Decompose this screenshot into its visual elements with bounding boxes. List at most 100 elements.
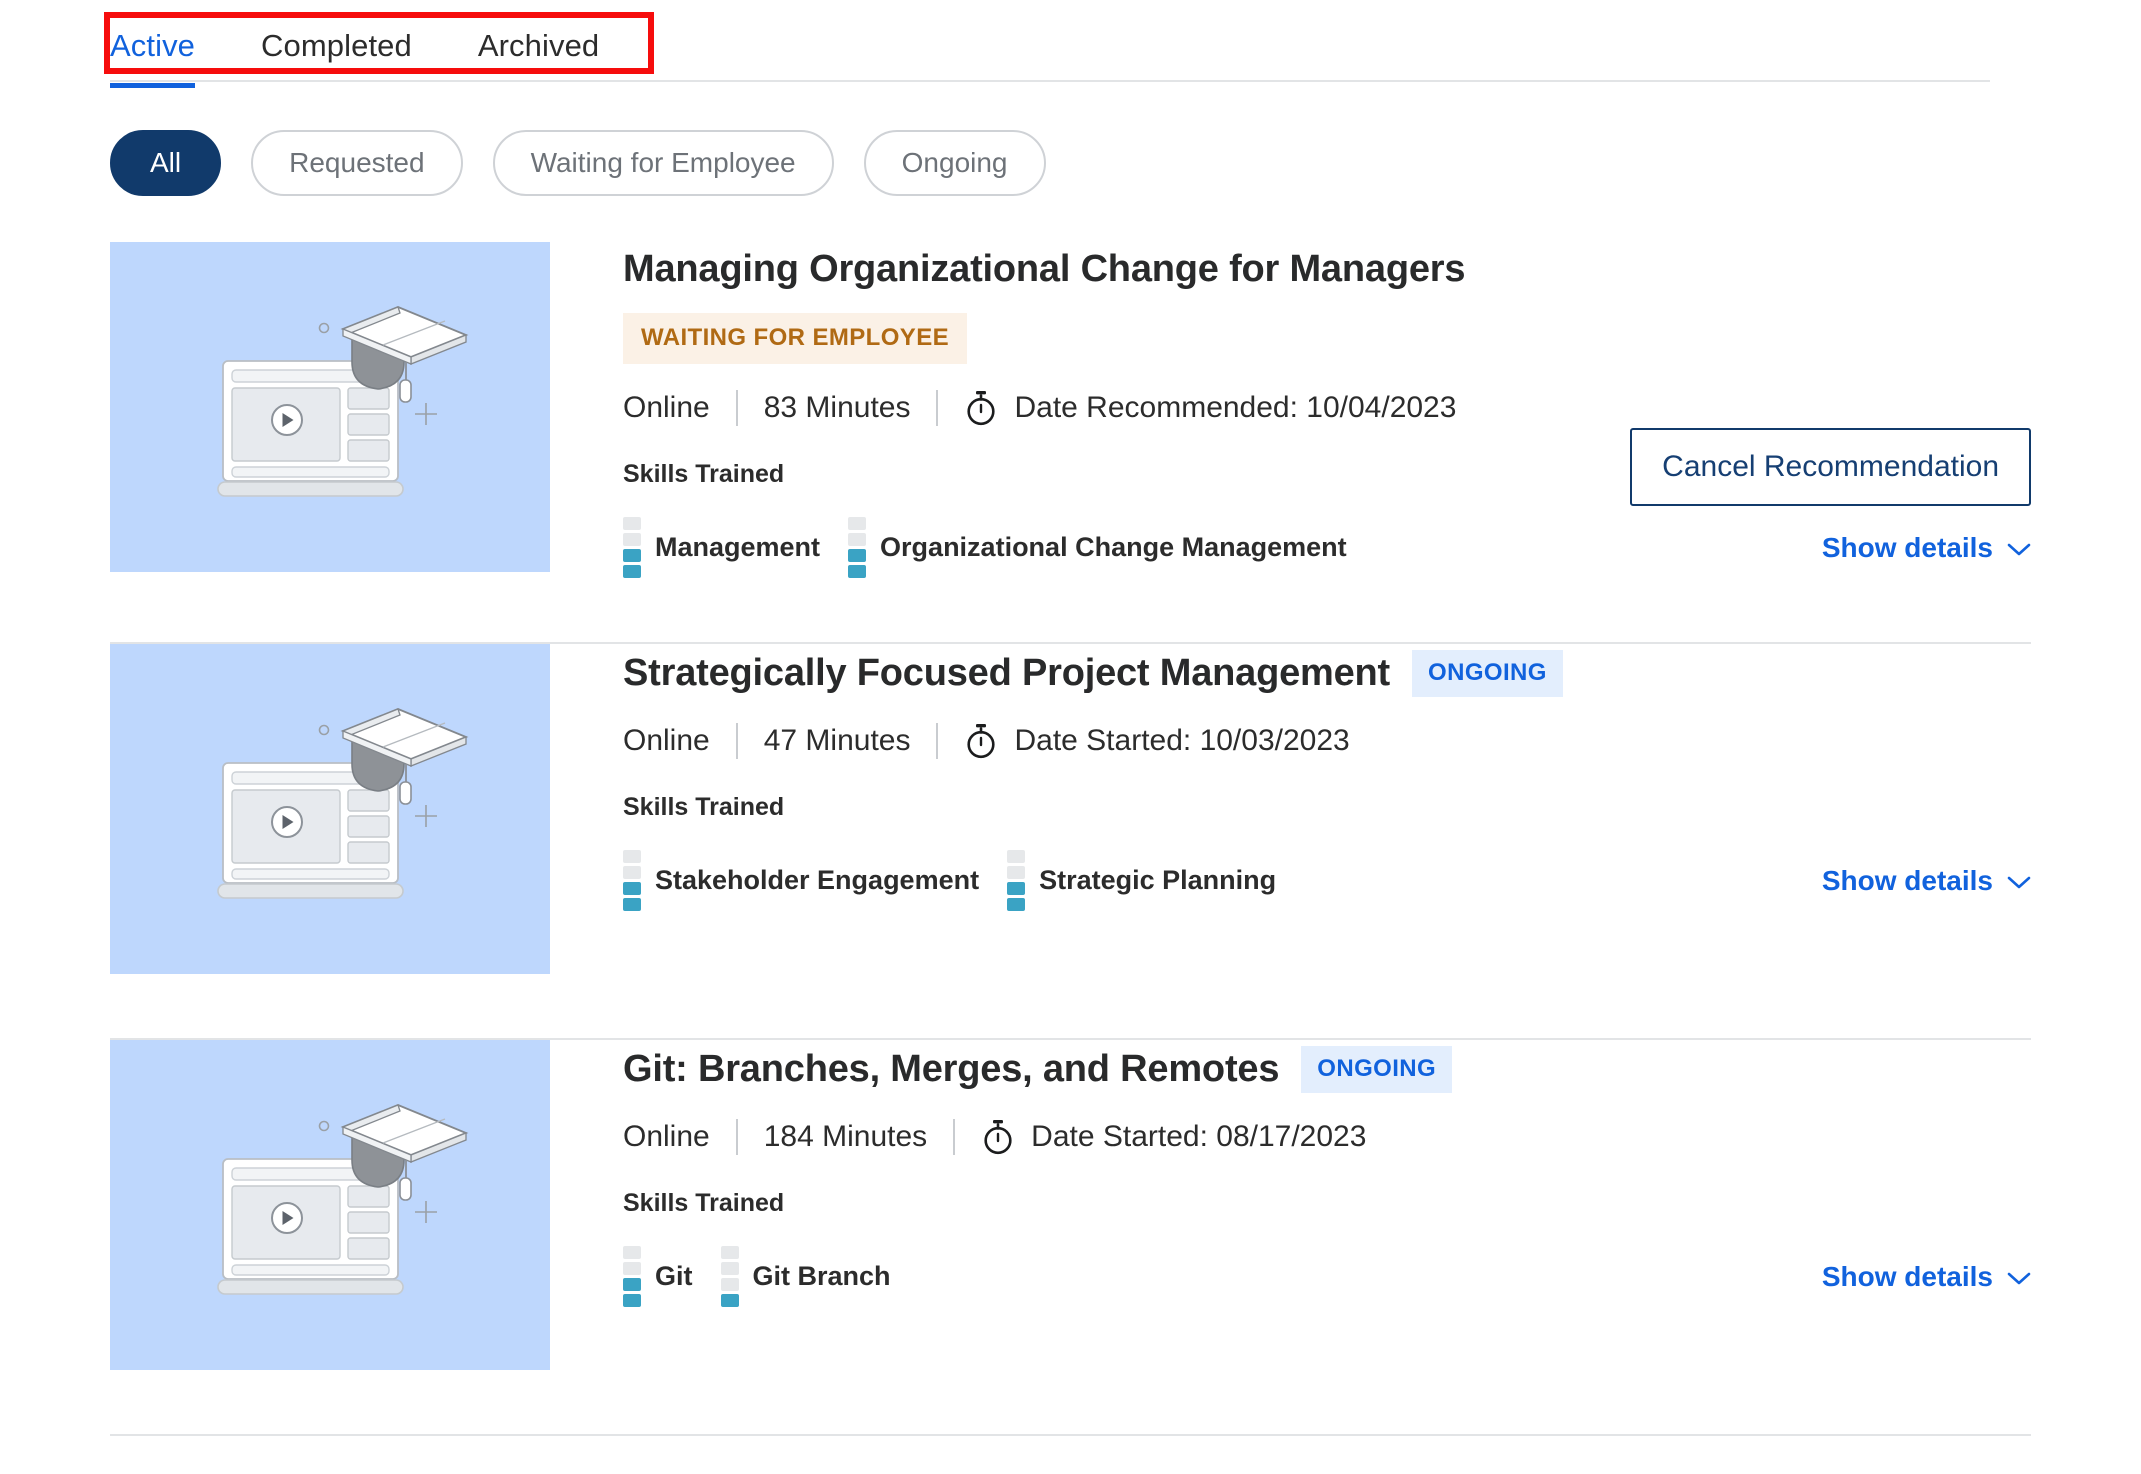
courses-page: Active Completed Archived All Requested Wait… [0, 0, 2141, 1474]
course-title[interactable]: Strategically Focused Project Management [623, 652, 1390, 695]
tab-active[interactable]: Active [110, 0, 196, 88]
skill-name: Management [655, 532, 821, 562]
status-badge-row: WAITING FOR EMPLOYEE [623, 291, 2141, 364]
meta-divider [953, 1119, 956, 1155]
skill-level-segment [848, 517, 867, 530]
course-duration: 47 Minutes [763, 724, 911, 757]
course-title[interactable]: Managing Organizational Change for Manag… [623, 248, 1465, 291]
skill-level-meter [623, 1246, 641, 1307]
skill-item: Management [623, 517, 820, 578]
skill-level-meter [623, 517, 641, 578]
skill-level-segment [1007, 882, 1026, 895]
skills-trained-label: Skills Trained [623, 793, 785, 821]
skills-row: Stakeholder Engagement Strategic Planning… [623, 850, 2141, 911]
skills-trained-label: Skills Trained [623, 1189, 785, 1217]
filter-pill-all[interactable]: All [110, 130, 222, 196]
skill-level-segment [623, 882, 641, 895]
filter-pill-group: All Requested Waiting for Employee Ongoing [110, 130, 2141, 196]
show-details-link[interactable]: Show details [1822, 865, 2031, 897]
chevron-down-icon [2007, 532, 2031, 564]
filter-pill-requested[interactable]: Requested [251, 130, 463, 196]
skill-level-segment [720, 1278, 739, 1291]
skill-level-segment [623, 565, 641, 578]
show-details-label: Show details [1821, 1260, 1993, 1292]
course-details: Managing Organizational Change for Manag… [550, 242, 2141, 578]
skill-level-segment [720, 1246, 739, 1259]
tab-bar: Active Completed Archived [110, 0, 1990, 88]
course-thumbnail[interactable] [110, 242, 550, 572]
skill-name: Organizational Change Management [880, 532, 1347, 562]
row-divider [110, 1434, 2031, 1436]
course-date: Date Started: 08/17/2023 [1031, 1120, 1367, 1153]
course-date: Date Started: 10/03/2023 [1014, 724, 1350, 757]
skills-row: Git Git Branch Show details [623, 1246, 2141, 1307]
skill-level-segment [623, 850, 641, 863]
course-meta-row: Online 184 Minutes Date Started: 08/17/20… [623, 1119, 2141, 1155]
skill-name: Stakeholder Engagement [655, 865, 980, 895]
show-details-link[interactable]: Show details [1822, 532, 2031, 564]
stopwatch-icon [964, 723, 998, 759]
skill-level-meter [848, 517, 867, 578]
course-title-line: Strategically Focused Project Management… [623, 650, 2141, 697]
skill-level-segment [623, 1246, 641, 1259]
skill-level-segment [1007, 866, 1026, 879]
stopwatch-icon [981, 1119, 1015, 1155]
cancel-recommendation-button[interactable]: Cancel Recommendation [1630, 428, 2031, 506]
course-details: Strategically Focused Project Management… [550, 644, 2141, 974]
course-modality: Online [623, 1120, 710, 1153]
skill-level-segment [1007, 850, 1026, 863]
skills-row: Management Organizational Change Manageme… [623, 517, 2141, 578]
course-title-line: Git: Branches, Merges, and Remotes ONGOIN… [623, 1046, 2141, 1093]
course-meta-row: Online 83 Minutes Date Recommended: 10/04… [623, 390, 2141, 426]
skill-level-segment [623, 1278, 641, 1291]
skill-item: Git Branch [720, 1246, 891, 1307]
filter-pill-waiting-for-employee[interactable]: Waiting for Employee [492, 130, 834, 196]
course-duration: 184 Minutes [763, 1120, 928, 1153]
skill-name: Git Branch [752, 1261, 891, 1291]
course-duration: 83 Minutes [763, 391, 911, 424]
show-details-label: Show details [1821, 864, 1993, 896]
skill-level-segment [623, 549, 641, 562]
skill-item: Strategic Planning [1007, 850, 1276, 911]
tab-archived[interactable]: Archived [478, 0, 599, 86]
skill-level-meter [1007, 850, 1026, 911]
skill-level-segment [848, 549, 867, 562]
chevron-down-icon [2007, 1261, 2031, 1293]
skill-level-segment [1007, 898, 1026, 911]
stopwatch-icon [964, 390, 998, 426]
status-badge: ONGOING [1301, 1046, 1453, 1093]
course-modality: Online [623, 724, 710, 757]
tab-completed[interactable]: Completed [261, 0, 412, 86]
course-title[interactable]: Git: Branches, Merges, and Remotes [623, 1048, 1279, 1091]
skill-level-segment [720, 1262, 739, 1275]
meta-divider [936, 723, 939, 759]
course-row: Strategically Focused Project Management… [0, 644, 2141, 1040]
chevron-down-icon [2007, 865, 2031, 897]
skill-name: Strategic Planning [1039, 865, 1277, 895]
course-modality: Online [623, 391, 710, 424]
course-meta-row: Online 47 Minutes Date Started: 10/03/202… [623, 723, 2141, 759]
status-badge: WAITING FOR EMPLOYEE [623, 313, 968, 364]
skill-level-segment [720, 1294, 739, 1307]
skill-level-segment [623, 1294, 641, 1307]
skill-level-segment [623, 517, 641, 530]
course-title-line: Managing Organizational Change for Manag… [623, 248, 2141, 291]
course-thumbnail[interactable] [110, 1040, 550, 1370]
meta-divider [936, 390, 939, 426]
course-thumbnail[interactable] [110, 644, 550, 974]
filter-pill-ongoing[interactable]: Ongoing [863, 130, 1046, 196]
skill-level-segment [848, 565, 867, 578]
course-row: Managing Organizational Change for Manag… [0, 242, 2141, 644]
show-details-link[interactable]: Show details [1822, 1261, 2031, 1293]
skill-level-meter [720, 1246, 739, 1307]
skill-item: Stakeholder Engagement [623, 850, 979, 911]
course-row: Git: Branches, Merges, and Remotes ONGOIN… [0, 1040, 2141, 1436]
meta-divider [735, 723, 738, 759]
skill-level-meter [623, 850, 641, 911]
course-list: Managing Organizational Change for Manag… [0, 242, 2141, 1436]
skill-item: Organizational Change Management [848, 517, 1347, 578]
skill-name: Git [655, 1261, 693, 1291]
skill-level-segment [623, 898, 641, 911]
status-badge: ONGOING [1412, 650, 1563, 697]
skill-level-segment [623, 533, 641, 546]
